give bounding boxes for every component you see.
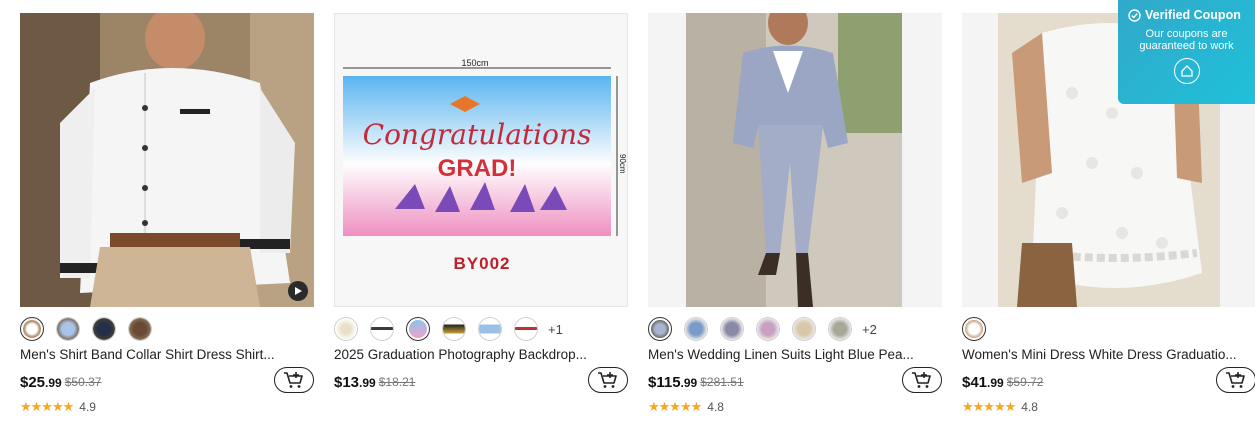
check-circle-icon — [1128, 8, 1141, 22]
rating-value: 4.8 — [707, 400, 724, 414]
current-price: $115.99 — [648, 373, 698, 391]
color-swatch[interactable] — [92, 317, 116, 341]
color-swatch[interactable] — [406, 317, 430, 341]
star-rating-icon: ★★★★★ — [648, 399, 702, 414]
svg-text:GRAD!: GRAD! — [438, 155, 517, 182]
product-title[interactable]: Men's Wedding Linen Suits Light Blue Pea… — [648, 347, 942, 362]
color-swatch[interactable] — [792, 317, 816, 341]
price-row: $41.99 $59.72 — [962, 367, 1255, 395]
color-swatch[interactable] — [684, 317, 708, 341]
price-row: $13.99 $18.21 — [334, 367, 628, 395]
more-colors-count[interactable]: +2 — [862, 322, 877, 337]
star-rating-icon: ★★★★★ — [20, 399, 74, 414]
price-row: $25.99 $50.37 — [20, 367, 314, 395]
color-swatch[interactable] — [828, 317, 852, 341]
product-code-label: BY002 — [453, 254, 511, 273]
current-price: $41.99 — [962, 373, 1004, 391]
svg-text:Congratulations: Congratulations — [363, 118, 592, 151]
more-colors-count[interactable]: +1 — [548, 322, 563, 337]
add-to-cart-button[interactable] — [1216, 367, 1255, 393]
product-image[interactable] — [20, 13, 314, 307]
color-swatches: +2 — [648, 317, 942, 341]
play-video-icon[interactable] — [288, 281, 308, 301]
add-to-cart-button[interactable] — [588, 367, 628, 393]
original-price: $50.37 — [64, 375, 102, 389]
color-swatch[interactable] — [334, 317, 358, 341]
suit-photo — [686, 13, 902, 307]
rating: ★★★★★ 4.8 — [962, 399, 1255, 415]
color-swatch[interactable] — [478, 317, 502, 341]
color-swatches — [962, 317, 1255, 341]
original-price: $18.21 — [378, 375, 416, 389]
cart-icon — [284, 372, 303, 388]
color-swatches: +1 — [334, 317, 628, 341]
cart-icon — [598, 372, 617, 388]
original-price: $281.51 — [700, 375, 744, 389]
color-swatch[interactable] — [370, 317, 394, 341]
svg-text:90cm: 90cm — [618, 154, 627, 174]
color-swatch[interactable] — [56, 317, 80, 341]
color-swatch[interactable] — [756, 317, 780, 341]
coupon-subtitle: Our coupons are guaranteed to work — [1139, 28, 1234, 52]
add-to-cart-button[interactable] — [902, 367, 942, 393]
product-image[interactable]: 150cm 90cm Congratulations GRAD! BY002 — [334, 13, 628, 307]
color-swatch[interactable] — [442, 317, 466, 341]
product-card[interactable]: +2 Men's Wedding Linen Suits Light Blue … — [648, 13, 942, 415]
cart-icon — [1226, 372, 1245, 388]
add-to-cart-button[interactable] — [274, 367, 314, 393]
rating-value: 4.9 — [79, 400, 96, 414]
price-row: $115.99 $281.51 — [648, 367, 942, 395]
shirt-photo — [20, 13, 314, 307]
verified-coupon-badge[interactable]: Verified Coupon Our coupons are guarante… — [1118, 0, 1255, 104]
star-rating-icon: ★★★★★ — [962, 399, 1016, 414]
product-image[interactable] — [648, 13, 942, 307]
color-swatch[interactable] — [20, 317, 44, 341]
product-title[interactable]: Men's Shirt Band Collar Shirt Dress Shir… — [20, 347, 314, 362]
color-swatch[interactable] — [648, 317, 672, 341]
product-title[interactable]: Women's Mini Dress White Dress Graduatio… — [962, 347, 1255, 362]
rating: ★★★★★ 4.9 — [20, 399, 314, 415]
product-grid: Men's Shirt Band Collar Shirt Dress Shir… — [20, 13, 1255, 415]
color-swatch[interactable] — [962, 317, 986, 341]
color-swatch[interactable] — [720, 317, 744, 341]
rating: ★★★★★ 4.8 — [648, 399, 942, 415]
shield-icon — [1173, 58, 1200, 84]
color-swatch[interactable] — [514, 317, 538, 341]
product-title[interactable]: 2025 Graduation Photography Backdrop... — [334, 347, 628, 362]
color-swatches — [20, 317, 314, 341]
current-price: $13.99 — [334, 373, 376, 391]
svg-text:150cm: 150cm — [461, 58, 488, 68]
rating-value: 4.8 — [1021, 400, 1038, 414]
product-card[interactable]: 150cm 90cm Congratulations GRAD! BY002 +… — [334, 13, 628, 415]
product-card[interactable]: Men's Shirt Band Collar Shirt Dress Shir… — [20, 13, 314, 415]
coupon-title: Verified Coupon — [1145, 8, 1241, 22]
current-price: $25.99 — [20, 373, 62, 391]
cart-icon — [912, 372, 931, 388]
color-swatch[interactable] — [128, 317, 152, 341]
original-price: $59.72 — [1006, 375, 1044, 389]
